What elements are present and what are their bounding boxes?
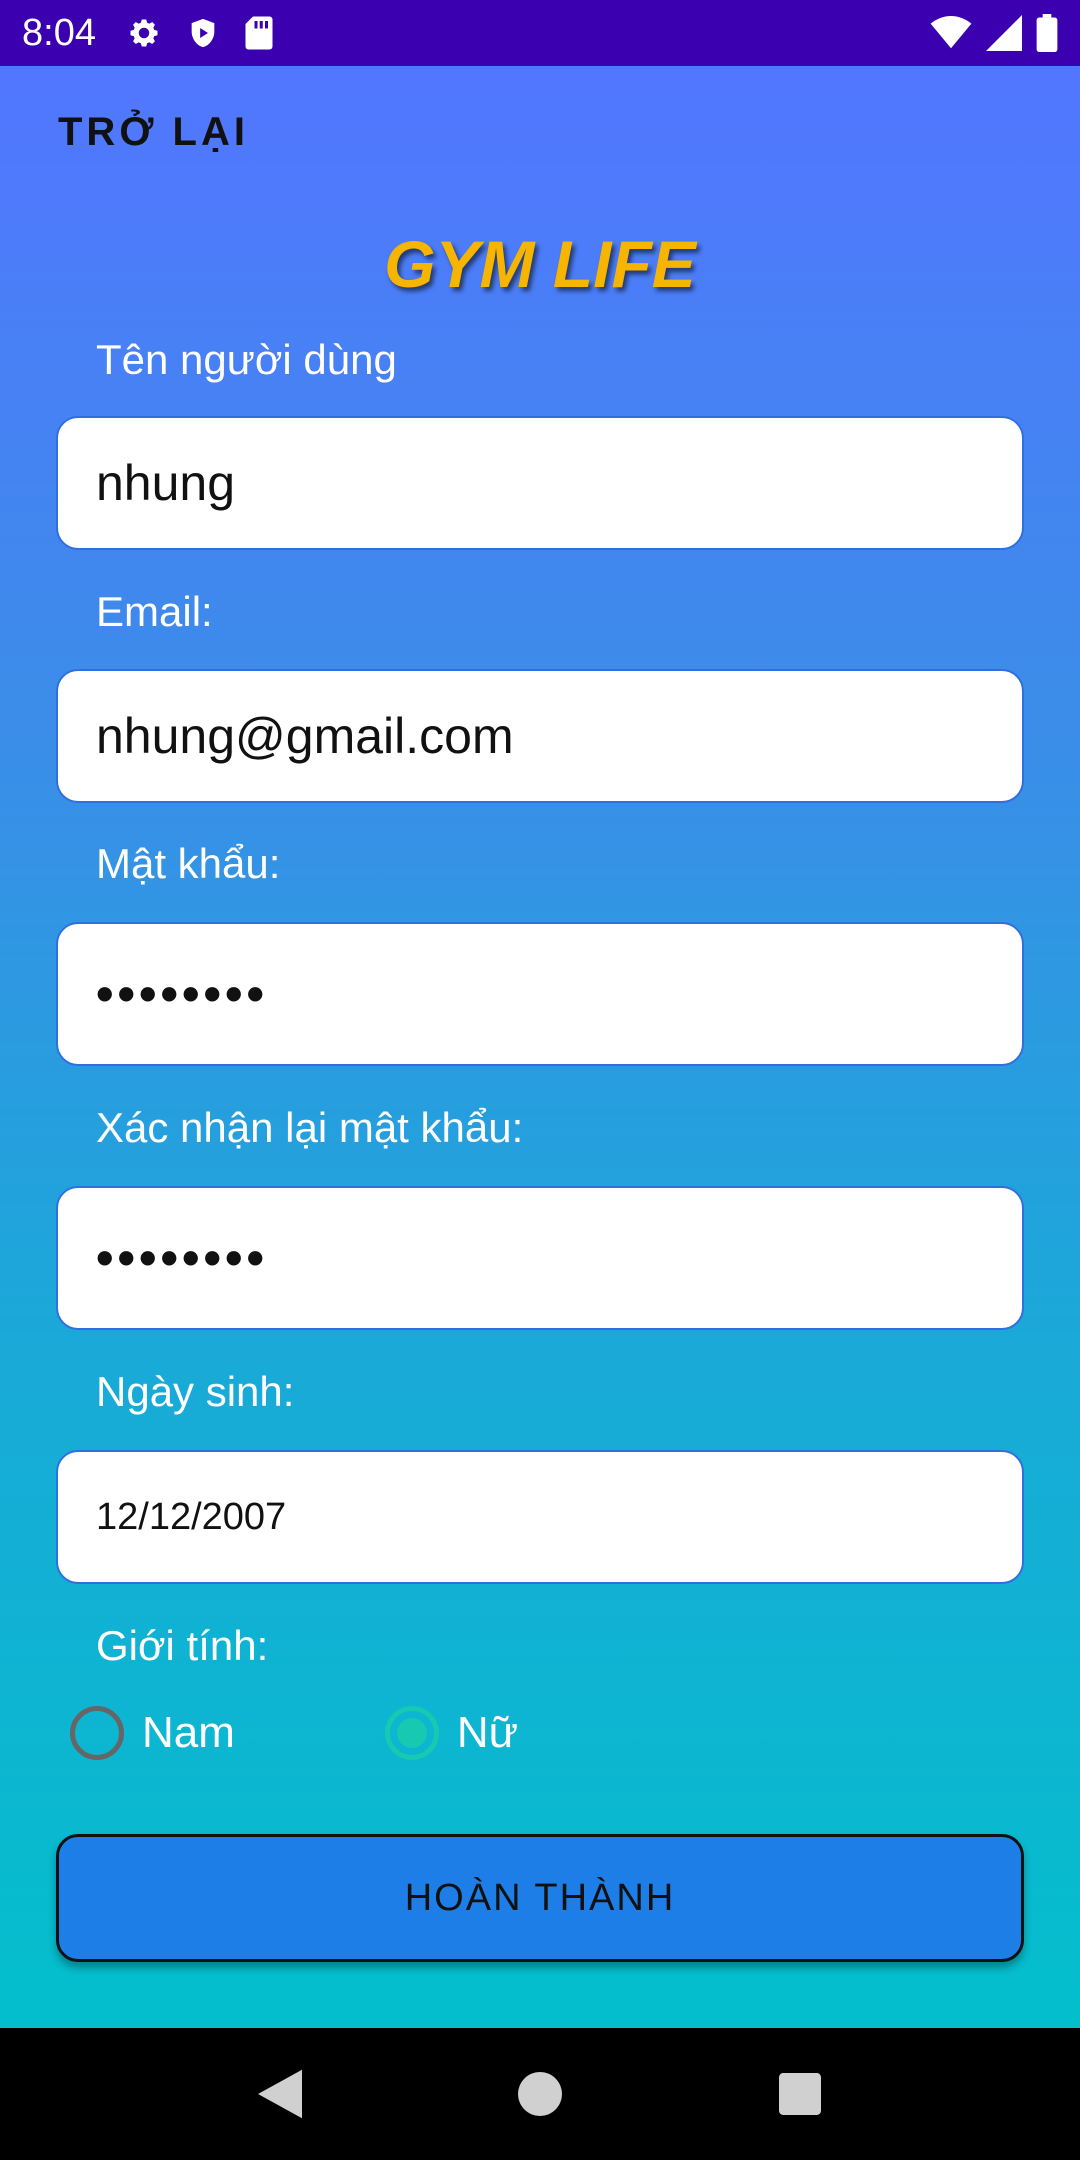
back-button[interactable]: TRỞ LẠI — [58, 110, 249, 155]
gender-option-female[interactable]: Nữ — [384, 1706, 519, 1760]
confirm-password-label: Xác nhận lại mật khẩu: — [96, 1104, 524, 1151]
password-input[interactable]: •••••••• — [56, 922, 1024, 1066]
email-label: Email: — [96, 588, 213, 635]
system-nav-bar — [0, 2028, 1080, 2160]
complete-button[interactable]: HOÀN THÀNH — [56, 1834, 1024, 1962]
status-bar: 8:04 — [0, 0, 1080, 66]
signal-icon — [986, 15, 1022, 51]
birthday-label: Ngày sinh: — [96, 1368, 295, 1415]
gender-radio-group: Nam Nữ — [70, 1706, 518, 1760]
settings-icon — [126, 15, 162, 51]
radio-checked-icon[interactable] — [384, 1706, 439, 1760]
gender-option-label: Nữ — [456, 1708, 519, 1757]
sd-card-icon — [244, 15, 274, 51]
email-input[interactable]: nhung@gmail.com — [56, 669, 1024, 803]
birthday-input[interactable]: 12/12/2007 — [56, 1450, 1024, 1584]
back-icon[interactable] — [235, 2049, 325, 2139]
battery-icon — [1036, 14, 1058, 52]
registration-screen: TRỞ LẠI GYM LIFE Tên người dùng nhung Em… — [0, 66, 1080, 2028]
status-icons-left — [126, 15, 274, 51]
status-icons-right — [930, 14, 1058, 52]
username-input[interactable]: nhung — [56, 416, 1024, 550]
app-title: GYM LIFE — [384, 227, 696, 301]
gender-option-male[interactable]: Nam — [70, 1706, 235, 1760]
status-time: 8:04 — [22, 11, 96, 54]
password-label: Mật khẩu: — [96, 840, 281, 887]
radio-unchecked-icon[interactable] — [70, 1706, 124, 1760]
shield-play-icon — [186, 15, 220, 51]
username-label: Tên người dùng — [96, 336, 397, 383]
gender-option-label: Nam — [142, 1708, 235, 1757]
gender-label: Giới tính: — [96, 1622, 269, 1669]
recents-icon[interactable] — [755, 2049, 845, 2139]
confirm-password-input[interactable]: •••••••• — [56, 1186, 1024, 1330]
wifi-icon — [930, 16, 972, 50]
home-icon[interactable] — [495, 2049, 585, 2139]
